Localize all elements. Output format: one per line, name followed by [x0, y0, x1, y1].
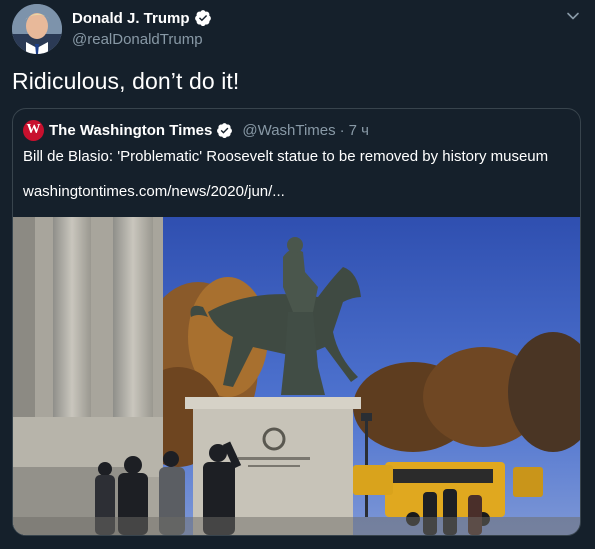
verified-badge-icon [217, 122, 233, 138]
author-display-name[interactable]: Donald J. Trump [72, 10, 190, 27]
tweet-author[interactable]: Donald J. Trump @realDonaldTrump [72, 8, 212, 48]
verified-badge-icon [194, 10, 211, 27]
washington-times-logo: W [23, 119, 44, 141]
avatar[interactable] [12, 4, 62, 54]
tweet: Donald J. Trump @realDonaldTrump Ridicul… [0, 0, 595, 549]
author-handle[interactable]: @realDonaldTrump [72, 31, 212, 48]
quoted-tweet-header: W The Washington Times @WashTimes · 7 ч [23, 119, 369, 141]
chevron-down-icon[interactable] [565, 8, 581, 24]
quoted-tweet-link[interactable]: washingtontimes.com/news/2020/jun/... [23, 183, 285, 200]
separator-dot: · [339, 121, 345, 139]
quoted-tweet-text: Bill de Blasio: 'Problematic' Roosevelt … [23, 148, 549, 165]
quoted-author-handle: @WashTimes [242, 121, 336, 139]
quoted-author-display-name: The Washington Times [49, 121, 213, 139]
quoted-tweet-card[interactable]: W The Washington Times @WashTimes · 7 ч … [12, 108, 581, 536]
tweet-text: Ridiculous, don’t do it! [12, 68, 240, 94]
quoted-tweet-photo[interactable] [13, 217, 580, 535]
quoted-tweet-time[interactable]: 7 ч [349, 122, 369, 139]
